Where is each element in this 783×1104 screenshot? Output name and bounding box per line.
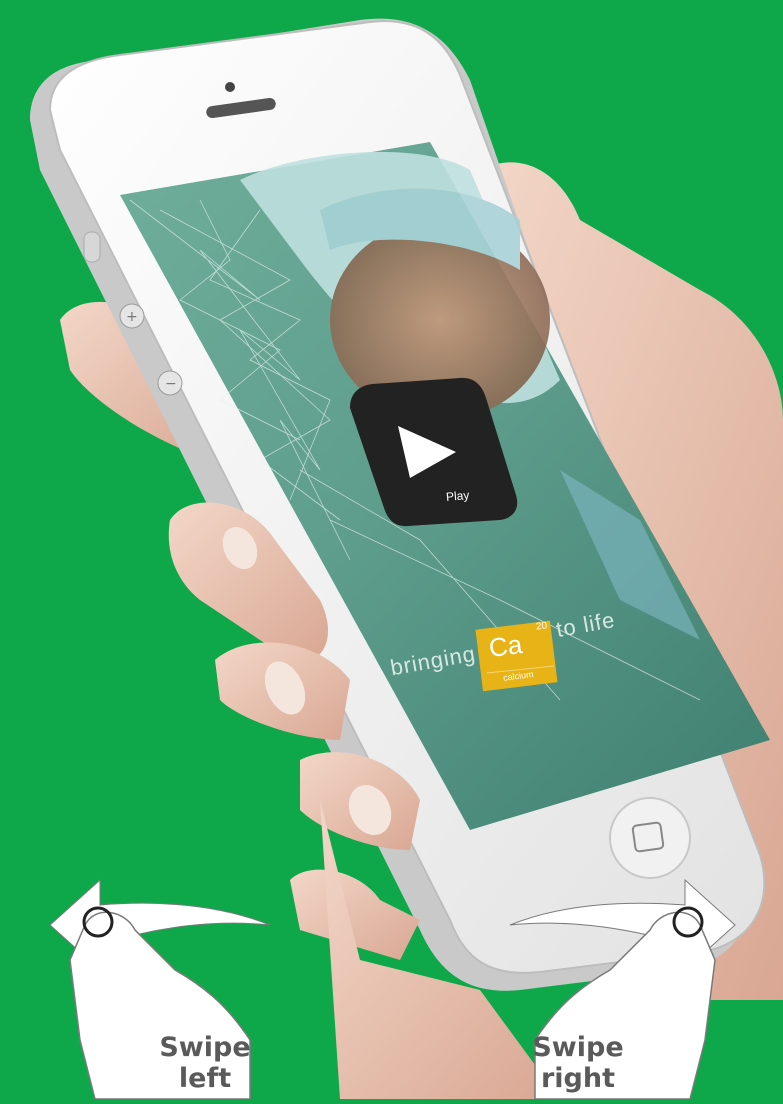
swipe-right-line1: Swipe — [532, 1032, 624, 1063]
svg-text:+: + — [126, 309, 138, 325]
svg-text:−: − — [165, 376, 177, 392]
swipe-right-line2: right — [540, 1063, 616, 1094]
swipe-left-line1: Swipe — [159, 1032, 251, 1063]
home-button — [609, 797, 691, 879]
front-camera — [225, 82, 235, 92]
element-symbol: Ca — [487, 629, 524, 663]
swipe-right-label: Swipe right — [523, 1032, 633, 1094]
promo-illustration: + − — [0, 0, 783, 1100]
phone-in-hand-illustration: + − — [30, 18, 783, 1100]
mute-switch — [83, 231, 101, 263]
swipe-left-label: Swipe left — [150, 1032, 260, 1094]
element-atomic-number: 20 — [535, 620, 548, 633]
swipe-left-line2: left — [178, 1063, 232, 1094]
play-button-label: Play — [445, 488, 470, 504]
